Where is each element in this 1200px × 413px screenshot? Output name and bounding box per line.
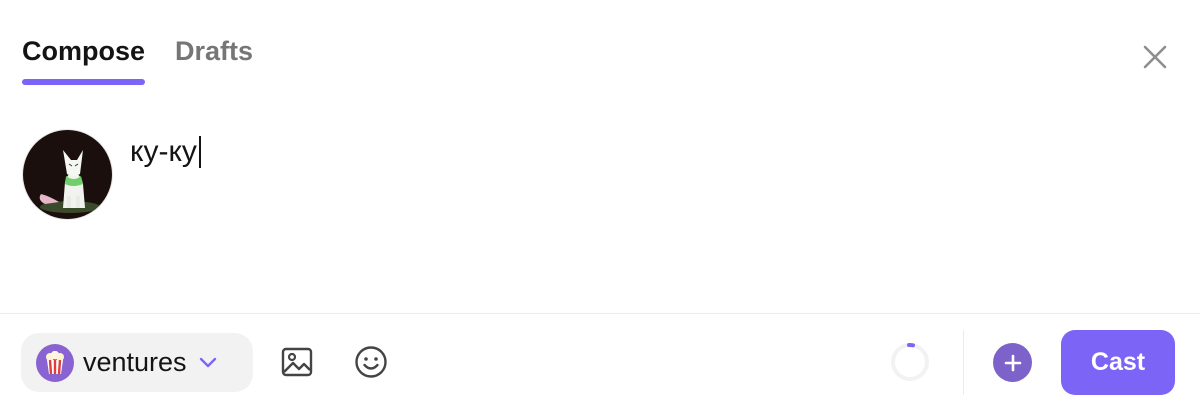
- close-button[interactable]: [1136, 38, 1174, 76]
- tab-drafts[interactable]: Drafts: [175, 36, 253, 85]
- tab-compose[interactable]: Compose: [22, 36, 146, 85]
- cast-button[interactable]: Cast: [1061, 330, 1175, 395]
- plus-icon: [1004, 354, 1021, 371]
- avatar: [22, 129, 113, 220]
- channel-selector[interactable]: ventures: [21, 333, 253, 392]
- cast-text: ку-ку: [130, 135, 197, 168]
- add-button[interactable]: [993, 343, 1032, 382]
- channel-label: ventures: [83, 347, 187, 377]
- image-icon: [281, 347, 313, 377]
- text-caret: [198, 136, 201, 168]
- toolbar-separator: [963, 330, 964, 395]
- chevron-down-icon: [199, 357, 217, 369]
- compose-tabs: Compose Drafts: [22, 36, 253, 85]
- emoji-icon: [355, 346, 387, 378]
- popcorn-icon: [36, 343, 74, 382]
- emoji-button[interactable]: [351, 342, 391, 382]
- add-image-button[interactable]: [277, 342, 317, 382]
- character-count-ring: [891, 342, 929, 381]
- close-icon: [1143, 45, 1167, 69]
- toolbar-divider: [0, 313, 1200, 314]
- cast-text-input[interactable]: ку-ку: [130, 135, 201, 169]
